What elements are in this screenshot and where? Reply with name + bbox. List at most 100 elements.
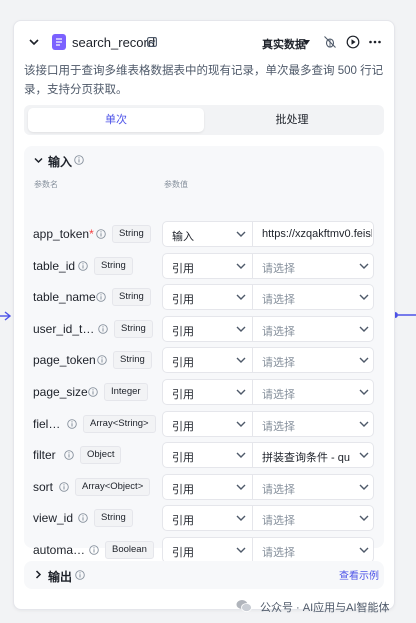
node-header: search_record 真实数据 — [14, 31, 394, 55]
param-value-control: 引用 请选择 — [162, 473, 374, 500]
chevron-down-icon[interactable] — [236, 389, 246, 396]
info-icon — [75, 570, 85, 580]
more-icon[interactable] — [368, 35, 382, 49]
chevron-down-icon[interactable] — [236, 547, 246, 554]
chevron-down-icon[interactable] — [359, 484, 369, 491]
column-header-value: 参数值 — [164, 180, 188, 189]
param-value-control: 引用 请选择 — [162, 252, 374, 279]
chevron-down-icon[interactable] — [236, 515, 246, 522]
info-icon — [64, 450, 74, 460]
column-header-name: 参数名 — [34, 180, 58, 189]
param-name: view_id — [33, 511, 74, 526]
caret-down-icon[interactable] — [303, 40, 310, 45]
divider — [252, 474, 253, 499]
bug-off-icon[interactable] — [323, 35, 337, 49]
param-value-control: 引用 请选择 — [162, 315, 374, 342]
view-example-link[interactable]: 查看示例 — [339, 567, 379, 582]
left-connector-icon — [0, 311, 12, 321]
param-value-select[interactable]: 请选择 — [262, 544, 372, 558]
info-icon — [88, 387, 98, 397]
chevron-down-icon[interactable] — [359, 515, 369, 522]
value-source-select[interactable]: 输入 — [172, 228, 194, 244]
output-section[interactable]: 输出 查看示例 — [24, 561, 384, 589]
value-source-select[interactable]: 引用 — [172, 354, 194, 370]
param-type-badge: String — [114, 319, 153, 338]
chevron-down-icon[interactable] — [236, 452, 246, 459]
divider — [252, 411, 253, 436]
value-source-select[interactable]: 引用 — [172, 481, 194, 497]
tab-batch[interactable]: 批处理 — [204, 108, 380, 132]
chevron-down-icon[interactable] — [359, 547, 369, 554]
node-card[interactable]: search_record 真实数据 该接口用于查询多维表格数据表中的现有记录，… — [13, 20, 395, 610]
chevron-down-icon[interactable] — [359, 263, 369, 270]
param-name: page_size — [33, 385, 88, 399]
info-icon — [67, 418, 77, 429]
chevron-down-icon[interactable] — [236, 484, 246, 491]
param-value-select[interactable]: 拼装查询条件 - qu — [262, 449, 372, 463]
divider — [252, 222, 253, 246]
info-icon — [59, 482, 69, 492]
tab-single[interactable]: 单次 — [28, 108, 204, 132]
param-row: page_token String 引用 请选择 — [24, 347, 384, 374]
param-name: fiel… — [33, 416, 61, 431]
info-icon — [97, 355, 107, 366]
param-value-select[interactable]: 请选择 — [262, 260, 372, 274]
play-circle-icon[interactable] — [346, 35, 360, 49]
node-description: 该接口用于查询多维表格数据表中的现有记录，单次最多查询 500 行记录，支持分页… — [24, 65, 384, 96]
chevron-down-icon[interactable] — [359, 294, 369, 301]
divider — [252, 348, 253, 373]
chevron-down-icon[interactable] — [236, 231, 246, 238]
value-source-select[interactable]: 引用 — [172, 260, 194, 276]
info-icon — [74, 155, 84, 165]
value-source-select[interactable]: 引用 — [172, 512, 194, 528]
param-value-select[interactable]: 请选择 — [262, 386, 372, 400]
divider — [252, 538, 253, 562]
param-type-badge: String — [112, 288, 151, 307]
output-section-title: 输出 — [48, 570, 73, 584]
chevron-down-icon[interactable] — [359, 421, 369, 428]
param-row: table_id String 引用 请选择 — [24, 252, 384, 279]
chevron-down-icon[interactable] — [236, 421, 246, 428]
chevron-down-icon[interactable] — [236, 357, 246, 364]
info-icon — [96, 229, 106, 239]
chevron-down-icon[interactable] — [236, 294, 246, 301]
chevron-down-icon[interactable] — [28, 36, 40, 48]
chevron-right-icon[interactable] — [34, 570, 43, 579]
param-value-select[interactable]: 请选择 — [262, 291, 372, 305]
value-source-select[interactable]: 引用 — [172, 544, 194, 560]
info-icon — [78, 260, 88, 271]
param-value-select[interactable]: 请选择 — [262, 512, 372, 526]
param-value-select[interactable]: 请选择 — [262, 481, 372, 495]
param-name: page_token — [33, 353, 96, 368]
param-value-select[interactable]: 请选择 — [262, 354, 372, 368]
param-type-badge: Array<Object> — [75, 477, 151, 496]
required-marker: * — [89, 227, 94, 241]
value-source-select[interactable]: 引用 — [172, 449, 194, 465]
chevron-down-icon[interactable] — [359, 452, 369, 459]
chevron-down-icon[interactable] — [236, 326, 246, 333]
param-value-control: 引用 请选择 — [162, 537, 374, 563]
value-source-select[interactable]: 引用 — [172, 291, 194, 307]
mode-select[interactable]: 真实数据 — [262, 36, 306, 52]
param-value-select[interactable]: 请选择 — [262, 418, 372, 432]
chevron-down-icon[interactable] — [359, 357, 369, 364]
param-row: user_id_t… String 引用 请选择 — [24, 315, 384, 342]
image-icon[interactable] — [147, 37, 157, 47]
param-value-select[interactable]: 请选择 — [262, 323, 372, 337]
right-connector-handle[interactable] — [392, 310, 416, 320]
param-value-control: 引用 拼装查询条件 - qu — [162, 442, 374, 469]
chevron-down-icon[interactable] — [359, 326, 369, 333]
info-icon — [96, 292, 106, 302]
divider — [252, 253, 253, 278]
param-type-badge: Object — [80, 446, 122, 465]
chevron-down-icon[interactable] — [359, 389, 369, 396]
value-source-select[interactable]: 引用 — [172, 323, 194, 339]
input-section: 输入 参数名 参数值 app_token* String 输入 https://xzq… — [24, 146, 384, 563]
chevron-down-icon[interactable] — [34, 156, 43, 165]
value-source-select[interactable]: 引用 — [172, 386, 194, 402]
chevron-down-icon[interactable] — [236, 263, 246, 270]
value-source-select[interactable]: 引用 — [172, 418, 194, 434]
param-value-input[interactable]: https://xzqakftmv0.feishu.cn — [262, 228, 372, 242]
param-type-badge: String — [94, 509, 133, 528]
divider — [252, 443, 253, 468]
